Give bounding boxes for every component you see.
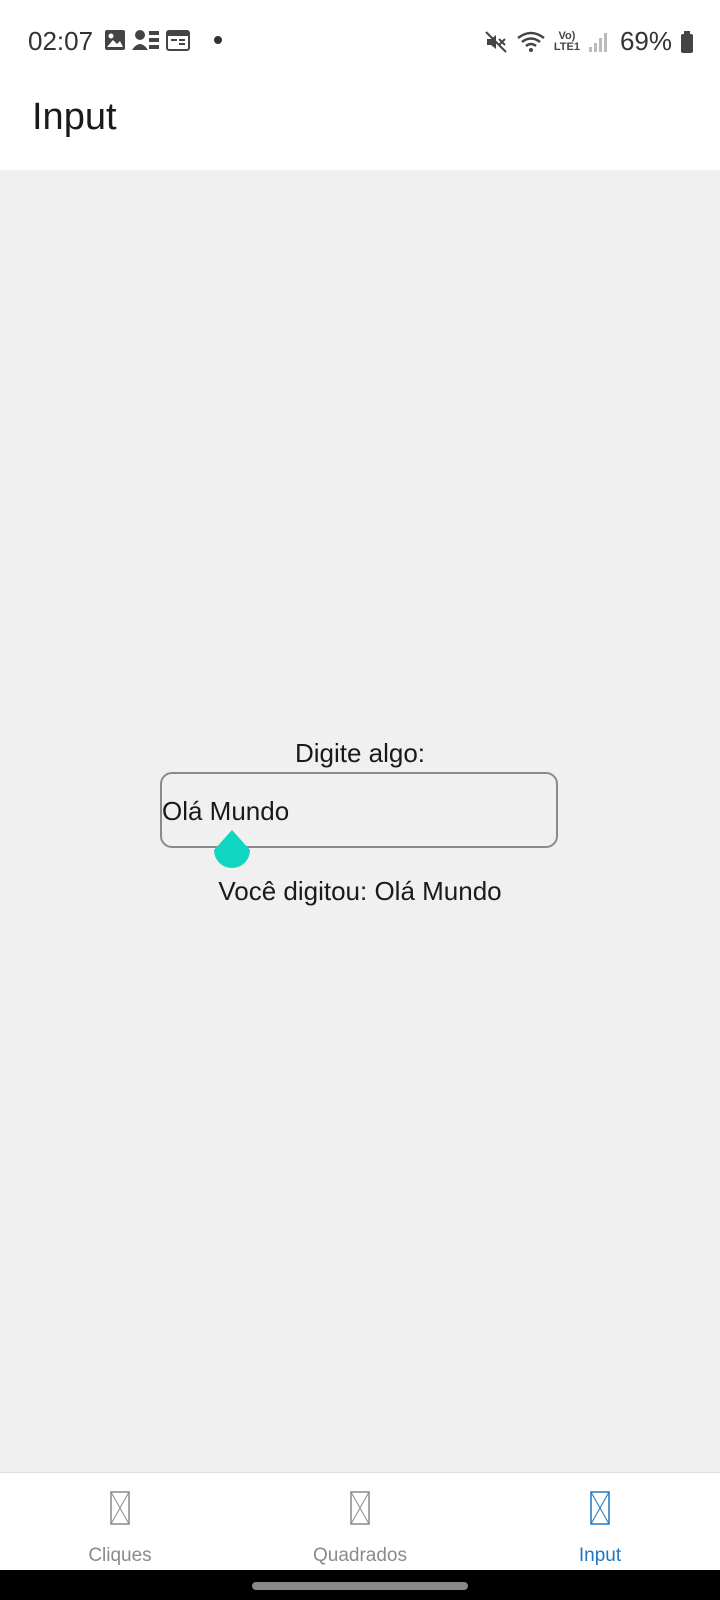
- home-indicator[interactable]: [252, 1582, 468, 1590]
- prompt-label: Digite algo:: [294, 738, 426, 768]
- dot-icon: [214, 36, 222, 44]
- tab-input[interactable]: Input: [480, 1473, 720, 1571]
- contacts-icon: [132, 29, 160, 51]
- calendar-icon: [166, 29, 190, 51]
- status-system-icons: Vo) LTE1 69%: [484, 26, 694, 57]
- status-time: 02:07: [28, 26, 94, 56]
- cursor-handle-icon[interactable]: [212, 830, 252, 870]
- tab-label: Input: [578, 1545, 622, 1566]
- text-input[interactable]: Olá Mundo: [160, 772, 558, 868]
- placeholder-icon: [590, 1491, 610, 1530]
- status-notification-icons: [104, 29, 222, 51]
- status-bar: 02:07 Vo) LTE1 69%: [0, 0, 720, 80]
- network-label: LTE1: [553, 40, 580, 53]
- volte-icon: Vo) LTE1: [553, 29, 580, 53]
- placeholder-icon: [350, 1491, 370, 1530]
- app-bar: Input: [0, 80, 720, 170]
- main-content: Digite algo: Olá Mundo Você digitou: Olá…: [0, 170, 720, 1472]
- tab-label: Cliques: [88, 1545, 152, 1566]
- result-text: Você digitou: Olá Mundo: [218, 876, 502, 906]
- page-title: Input: [32, 96, 117, 138]
- signal-icon: [588, 31, 608, 53]
- input-value[interactable]: Olá Mundo: [162, 796, 289, 827]
- tab-cliques[interactable]: Cliques: [0, 1473, 240, 1571]
- battery-percent: 69%: [619, 26, 672, 56]
- gallery-icon: [104, 29, 126, 51]
- mute-icon: [484, 30, 508, 54]
- wifi-icon: [516, 30, 546, 54]
- tab-quadrados[interactable]: Quadrados: [240, 1473, 480, 1571]
- system-nav-bar: [0, 1570, 720, 1600]
- battery-icon: [680, 30, 694, 54]
- tab-label: Quadrados: [312, 1545, 407, 1566]
- placeholder-icon: [110, 1491, 130, 1530]
- bottom-nav: Cliques Quadrados Input: [0, 1472, 720, 1571]
